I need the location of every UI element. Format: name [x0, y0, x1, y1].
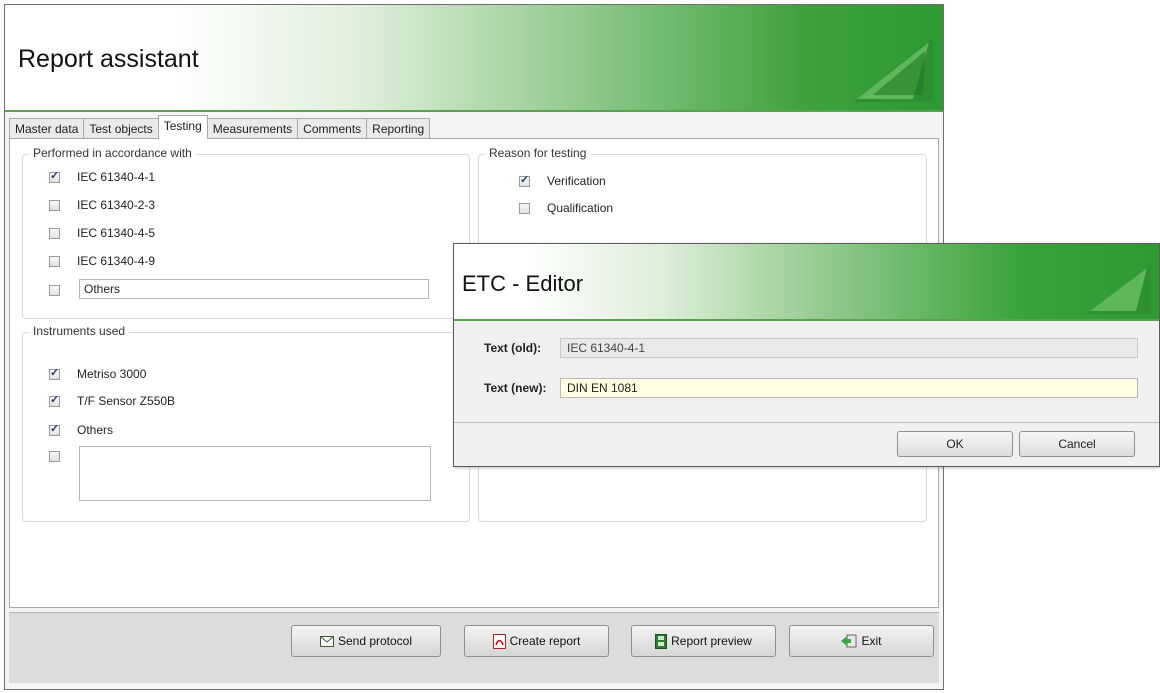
editor-separator — [454, 422, 1159, 423]
standard-checkbox-1[interactable] — [49, 169, 60, 183]
standard-others-checkbox[interactable] — [49, 284, 60, 296]
exit-label: Exit — [861, 634, 882, 648]
tab-master-data[interactable]: Master data — [9, 118, 85, 139]
standard-row-others[interactable] — [49, 282, 60, 298]
standard-label-3: IEC 61340-4-5 — [77, 226, 156, 240]
pdf-icon — [492, 633, 506, 649]
standard-row-3[interactable]: IEC 61340-4-5 — [49, 225, 155, 241]
cancel-button[interactable]: Cancel — [1019, 431, 1135, 457]
etc-editor-dialog: ETC - Editor Text (old): IEC 61340-4-1 T… — [453, 243, 1160, 467]
standard-row-1[interactable]: IEC 61340-4-1 — [49, 169, 155, 185]
corner-logo-icon — [853, 37, 933, 102]
standard-checkbox-3[interactable] — [49, 227, 60, 239]
report-preview-label: Report preview — [671, 634, 752, 648]
instrument-label-2: T/F Sensor Z550B — [77, 394, 176, 408]
standards-group-title: Performed in accordance with — [29, 146, 196, 160]
window-title: Report assistant — [18, 45, 199, 73]
qualification-label: Qualification — [547, 201, 614, 215]
reason-row-qualification[interactable]: Qualification — [519, 200, 613, 216]
standard-checkbox-4[interactable] — [49, 255, 60, 267]
standard-row-4[interactable]: IEC 61340-4-9 — [49, 253, 155, 269]
reason-row-verification[interactable]: Verification — [519, 173, 606, 189]
verification-checkbox[interactable] — [519, 173, 530, 187]
standard-checkbox-2[interactable] — [49, 199, 60, 211]
editor-title: ETC - Editor — [462, 271, 584, 296]
send-protocol-label: Send protocol — [337, 634, 413, 648]
standard-label-2: IEC 61340-2-3 — [77, 198, 156, 212]
instrument-label-1: Metriso 3000 — [77, 367, 147, 381]
tab-reporting[interactable]: Reporting — [366, 118, 431, 139]
tab-bar: Master data Test objects Testing Measure… — [9, 115, 431, 139]
tab-test-objects[interactable]: Test objects — [83, 118, 159, 139]
instrument-row-3[interactable]: Others — [49, 422, 113, 438]
instrument-row-extra[interactable] — [49, 448, 60, 464]
standard-row-2[interactable]: IEC 61340-2-3 — [49, 197, 155, 213]
instrument-row-2[interactable]: T/F Sensor Z550B — [49, 393, 175, 409]
instrument-checkbox-3[interactable] — [49, 422, 60, 436]
exit-icon — [841, 634, 857, 648]
standards-group: Performed in accordance with IEC 61340-4… — [22, 146, 470, 319]
standard-label-4: IEC 61340-4-9 — [77, 254, 156, 268]
tab-comments[interactable]: Comments — [297, 118, 368, 139]
tab-measurements[interactable]: Measurements — [206, 118, 299, 139]
instrument-extra-textarea[interactable] — [79, 446, 431, 501]
verification-label: Verification — [547, 174, 606, 188]
envelope-icon — [319, 635, 334, 647]
instrument-checkbox-2[interactable] — [49, 393, 60, 407]
standard-others-input[interactable]: Others — [79, 279, 429, 299]
instruments-group-title: Instruments used — [29, 324, 130, 338]
editor-corner-logo-icon — [1086, 264, 1151, 314]
instrument-checkbox-1[interactable] — [49, 366, 60, 380]
instrument-row-1[interactable]: Metriso 3000 — [49, 366, 146, 382]
old-text-label: Text (old): — [484, 341, 542, 355]
instruments-group: Instruments used Metriso 3000 T/F Sensor… — [22, 324, 470, 522]
create-report-label: Create report — [509, 634, 581, 648]
reason-group-title: Reason for testing — [485, 146, 591, 160]
window-header: Report assistant — [5, 5, 943, 112]
exit-button[interactable]: Exit — [789, 625, 934, 657]
qualification-checkbox[interactable] — [519, 202, 530, 214]
tab-testing[interactable]: Testing — [157, 115, 208, 139]
report-preview-button[interactable]: Report preview — [631, 625, 776, 657]
film-icon — [655, 633, 668, 649]
send-protocol-button[interactable]: Send protocol — [291, 625, 441, 657]
action-bar: Send protocol Create report Report previ… — [9, 612, 939, 683]
new-text-input[interactable]: DIN EN 1081 — [560, 378, 1138, 398]
standard-label-1: IEC 61340-4-1 — [77, 170, 156, 184]
old-text-field: IEC 61340-4-1 — [560, 338, 1138, 358]
editor-header: ETC - Editor — [454, 244, 1159, 321]
ok-button[interactable]: OK — [897, 431, 1013, 457]
create-report-button[interactable]: Create report — [464, 625, 609, 657]
instrument-label-3: Others — [77, 423, 114, 437]
new-text-label: Text (new): — [484, 381, 547, 395]
instrument-extra-checkbox[interactable] — [49, 450, 60, 462]
